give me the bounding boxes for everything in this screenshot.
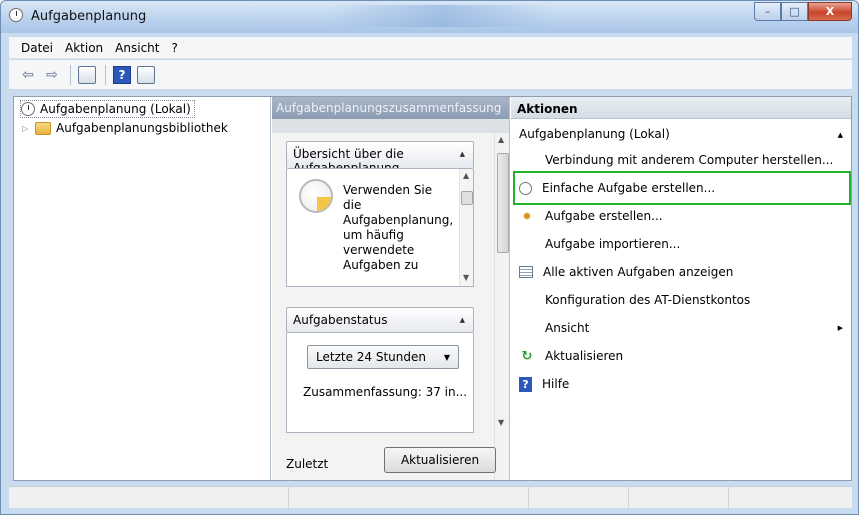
collapse-caret-icon: ▲ [459, 150, 465, 158]
action-label: Aktualisieren [545, 349, 624, 363]
summary-scrollbar[interactable]: ▲ ▼ [494, 133, 509, 480]
app-clock-icon [9, 8, 23, 22]
forward-arrow-icon[interactable]: ⇨ [41, 64, 63, 86]
action-refresh[interactable]: ↻ Aktualisieren [511, 343, 851, 369]
toolbar-separator [70, 64, 71, 85]
summary-pane: Aufgabenplanungszusammenfassung ▲ ▼ Über… [272, 97, 510, 480]
menu-ansicht[interactable]: Ansicht [109, 41, 165, 55]
expand-arrow-icon[interactable]: ▷ [22, 124, 32, 133]
toolbar-separator [105, 64, 106, 85]
new-task-icon: ✸ [522, 209, 532, 223]
highlight-box [513, 171, 851, 205]
action-at-service-account[interactable]: Konfiguration des AT-Dienstkontos [511, 287, 851, 313]
show-hide-tree-button[interactable] [76, 64, 98, 86]
scheduler-clock-icon [21, 102, 35, 116]
task-summary: Zusammenfassung: 37 in... [303, 385, 468, 399]
status-cell [529, 487, 629, 509]
action-label: Konfiguration des AT-Dienstkontos [545, 293, 751, 307]
show-hide-action-pane-button[interactable] [135, 64, 157, 86]
action-create-task[interactable]: ✸ Aufgabe erstellen... [511, 203, 851, 229]
toolbar: ⇦ ⇨ ? [9, 60, 852, 90]
action-label: Aufgabe importieren... [545, 237, 681, 251]
menu-datei[interactable]: Datei [15, 41, 59, 55]
app-window: Aufgabenplanung – □ X Datei Aktion Ansic… [0, 0, 859, 515]
action-label: Aufgabe erstellen... [545, 209, 663, 223]
overview-clock-icon [299, 179, 333, 213]
action-connect-computer[interactable]: Verbindung mit anderem Computer herstell… [511, 147, 851, 173]
action-pane-icon [137, 65, 155, 84]
action-label: Hilfe [542, 377, 570, 391]
actions-pane: Aktionen Aufgabenplanung (Lokal) ▲ Verbi… [511, 97, 851, 480]
submenu-arrow-icon: ▶ [837, 324, 843, 332]
close-button[interactable]: X [808, 2, 852, 21]
maximize-button[interactable]: □ [781, 2, 808, 21]
refresh-icon: ↻ [521, 348, 533, 364]
minimize-button[interactable]: – [754, 2, 781, 21]
actions-group-header[interactable]: Aufgabenplanung (Lokal) ▲ [511, 121, 851, 145]
action-label: Alle aktiven Aufgaben anzeigen [543, 265, 734, 279]
status-section-header[interactable]: Aufgabenstatus ▲ [286, 307, 474, 333]
status-cell [289, 487, 529, 509]
console-tree-icon [78, 65, 96, 84]
menu-bar: Datei Aktion Ansicht ? [9, 37, 852, 59]
status-cell [629, 487, 729, 509]
overview-scrollbar[interactable]: ▲ ▼ [459, 169, 473, 286]
menu-help[interactable]: ? [165, 41, 183, 55]
tree-item-root-label: Aufgabenplanung (Lokal) [40, 102, 191, 116]
collapse-caret-icon: ▲ [459, 316, 465, 324]
menu-aktion[interactable]: Aktion [59, 41, 109, 55]
scroll-down-icon[interactable]: ▼ [463, 273, 469, 282]
last-refreshed-label: Zuletzt [286, 457, 329, 471]
refresh-button[interactable]: Aktualisieren [384, 447, 496, 473]
scroll-down-icon[interactable]: ▼ [498, 418, 504, 427]
scroll-thumb[interactable] [497, 153, 509, 253]
action-label: Ansicht [545, 321, 590, 335]
status-section: Letzte 24 Stunden ▼ Zusammenfassung: 37 … [286, 333, 474, 433]
list-icon [519, 266, 533, 278]
timeframe-select[interactable]: Letzte 24 Stunden ▼ [307, 345, 459, 369]
caption-buttons: – □ X [754, 2, 852, 22]
titlebar-glass [331, 5, 551, 27]
scroll-up-icon[interactable]: ▲ [463, 171, 469, 180]
help-button[interactable]: ? [111, 64, 133, 86]
status-title: Aufgabenstatus [293, 313, 388, 327]
console-tree: Aufgabenplanung (Lokal) ▷ Aufgabenplanun… [14, 97, 271, 480]
action-view[interactable]: Ansicht ▶ [511, 315, 851, 341]
tree-item-library-label: Aufgabenplanungsbibliothek [56, 121, 228, 135]
status-bar [9, 486, 852, 509]
action-label: Verbindung mit anderem Computer herstell… [545, 153, 834, 167]
overview-scroll-thumb[interactable] [461, 191, 473, 205]
overview-text: Verwenden Sie die Aufgabenplanung, um hä… [343, 183, 454, 272]
overview-section-header[interactable]: Übersicht über die Aufgabenplanung ▲ [286, 141, 474, 169]
action-show-running-tasks[interactable]: Alle aktiven Aufgaben anzeigen [511, 259, 851, 285]
collapse-caret-icon: ▲ [837, 131, 843, 139]
action-help[interactable]: ? Hilfe [511, 371, 851, 397]
summary-pane-band [272, 119, 509, 133]
overview-section: Verwenden Sie die Aufgabenplanung, um hä… [286, 169, 474, 287]
action-import-task[interactable]: Aufgabe importieren... [511, 231, 851, 257]
tree-item-root[interactable]: Aufgabenplanung (Lokal) [20, 100, 195, 118]
summary-pane-header: Aufgabenplanungszusammenfassung [272, 97, 509, 119]
help-icon: ? [113, 65, 131, 84]
scroll-up-icon[interactable]: ▲ [498, 135, 504, 144]
chevron-down-icon: ▼ [443, 353, 450, 362]
window-title: Aufgabenplanung [31, 9, 147, 24]
actions-header: Aktionen [511, 97, 851, 119]
title-bar: Aufgabenplanung – □ X [1, 1, 858, 33]
actions-group-label: Aufgabenplanung (Lokal) [519, 127, 670, 141]
tree-item-library[interactable]: ▷ Aufgabenplanungsbibliothek [22, 119, 228, 137]
summary-footer: Zuletzt Aktualisieren [286, 447, 496, 475]
main-area: Aufgabenplanung (Lokal) ▷ Aufgabenplanun… [13, 96, 852, 481]
back-arrow-icon[interactable]: ⇦ [17, 64, 39, 86]
timeframe-select-value: Letzte 24 Stunden [316, 350, 426, 364]
status-cell [9, 487, 289, 509]
folder-clock-icon [35, 121, 51, 135]
help-icon: ? [519, 376, 532, 392]
overview-title: Übersicht über die Aufgabenplanung [293, 147, 404, 169]
